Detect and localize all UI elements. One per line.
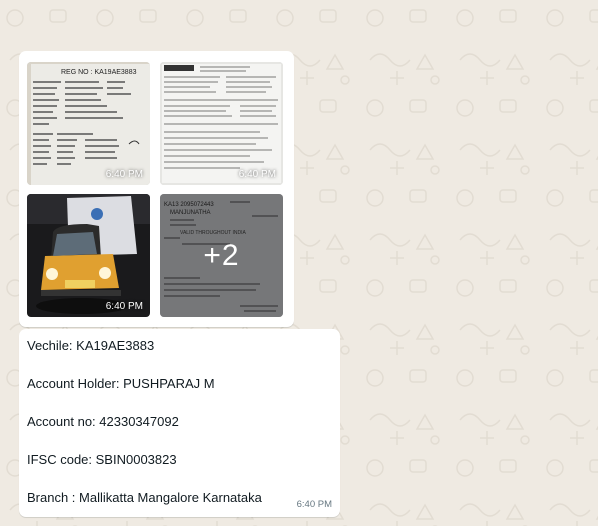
- image-timestamp: 6:40 PM: [238, 169, 276, 180]
- branch-line: Branch : Mallikatta Mangalore Karnataka: [27, 490, 262, 505]
- message-timestamp: 6:40 PM: [296, 499, 332, 510]
- registration-certificate-thumbnail[interactable]: REG NO : KA19AE3883 6:40 PM: [27, 62, 150, 185]
- more-images-count: +2: [160, 194, 283, 317]
- vehicle-photo-image: [27, 194, 150, 317]
- registration-certificate-image: REG NO : KA19AE3883: [27, 62, 150, 185]
- account-number-line: Account no: 42330347092: [27, 414, 179, 429]
- invoice-document-image: [160, 62, 283, 185]
- vehicle-photo-thumbnail[interactable]: 6:40 PM: [27, 194, 150, 317]
- message-bubble[interactable]: Vechile: KA19AE3883 Account Holder: PUSH…: [19, 329, 340, 517]
- image-album-bubble: REG NO : KA19AE3883 6:40 PM 6:40 PM 6:40…: [19, 51, 294, 327]
- reg-no-text: REG NO : KA19AE3883: [61, 69, 137, 76]
- account-holder-line: Account Holder: PUSHPARAJ M: [27, 376, 215, 391]
- image-timestamp: 6:40 PM: [105, 169, 143, 180]
- ifsc-code-line: IFSC code: SBIN0003823: [27, 452, 177, 467]
- invoice-document-thumbnail[interactable]: 6:40 PM: [160, 62, 283, 185]
- bank-cheque-thumbnail[interactable]: KA13 2095072443 MANJUNATHA VALID THROUGH…: [160, 194, 283, 317]
- vehicle-number-line: Vechile: KA19AE3883: [27, 338, 155, 353]
- image-timestamp: 6:40 PM: [105, 301, 143, 312]
